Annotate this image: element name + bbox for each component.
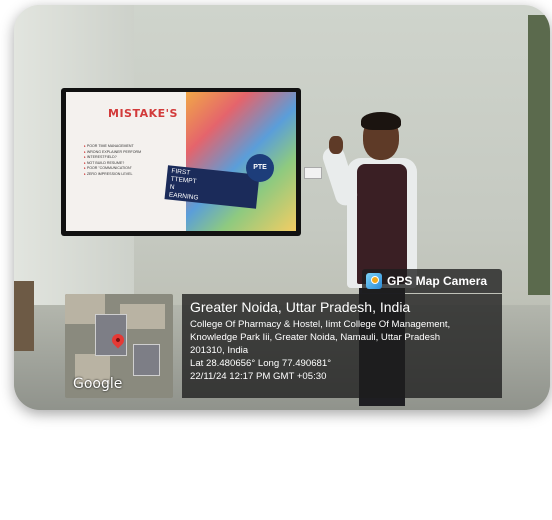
address-line: 201310, India bbox=[190, 345, 249, 356]
map-thumbnail: Google bbox=[65, 294, 173, 398]
slide-illustration bbox=[186, 92, 296, 231]
pte-badge: PTE bbox=[246, 154, 274, 182]
slide-title: MISTAKE'S bbox=[108, 107, 178, 120]
gps-app-label: GPS Map Camera bbox=[387, 274, 488, 288]
timestamp: 22/11/24 12:17 PM GMT +05:30 bbox=[190, 371, 327, 382]
google-logo: Google bbox=[73, 376, 123, 392]
presenter-hair bbox=[361, 112, 401, 130]
slide-bullet-list: POOR TIME MANAGEMENT WRONG EXPLAINER PER… bbox=[84, 144, 141, 178]
presenter-vest bbox=[357, 164, 407, 284]
slide-bullet: ZERO IMPRESSION LEVEL bbox=[84, 172, 141, 178]
presentation-slide: MISTAKE'S POOR TIME MANAGEMENT WRONG EXP… bbox=[66, 92, 296, 231]
reflection-fade bbox=[14, 415, 550, 515]
wall-socket bbox=[304, 167, 322, 179]
gps-map-camera-icon bbox=[366, 273, 382, 289]
coordinates: Lat 28.480656° Long 77.490681° bbox=[190, 358, 332, 369]
location-info-panel: Greater Noida, Uttar Pradesh, India Coll… bbox=[182, 294, 502, 398]
address-line: College Of Pharmacy & Hostel, Iimt Colle… bbox=[190, 319, 451, 330]
address-line: Knowledge Park Iii, Greater Noida, Namau… bbox=[190, 332, 441, 343]
slide-bullet: POOR TIME MANAGEMENT bbox=[84, 144, 141, 150]
location-title: Greater Noida, Uttar Pradesh, India bbox=[190, 299, 411, 315]
presenter-hand bbox=[329, 136, 343, 154]
gps-camera-badge: GPS Map Camera bbox=[362, 269, 502, 293]
window bbox=[528, 15, 550, 295]
side-table bbox=[14, 281, 34, 351]
